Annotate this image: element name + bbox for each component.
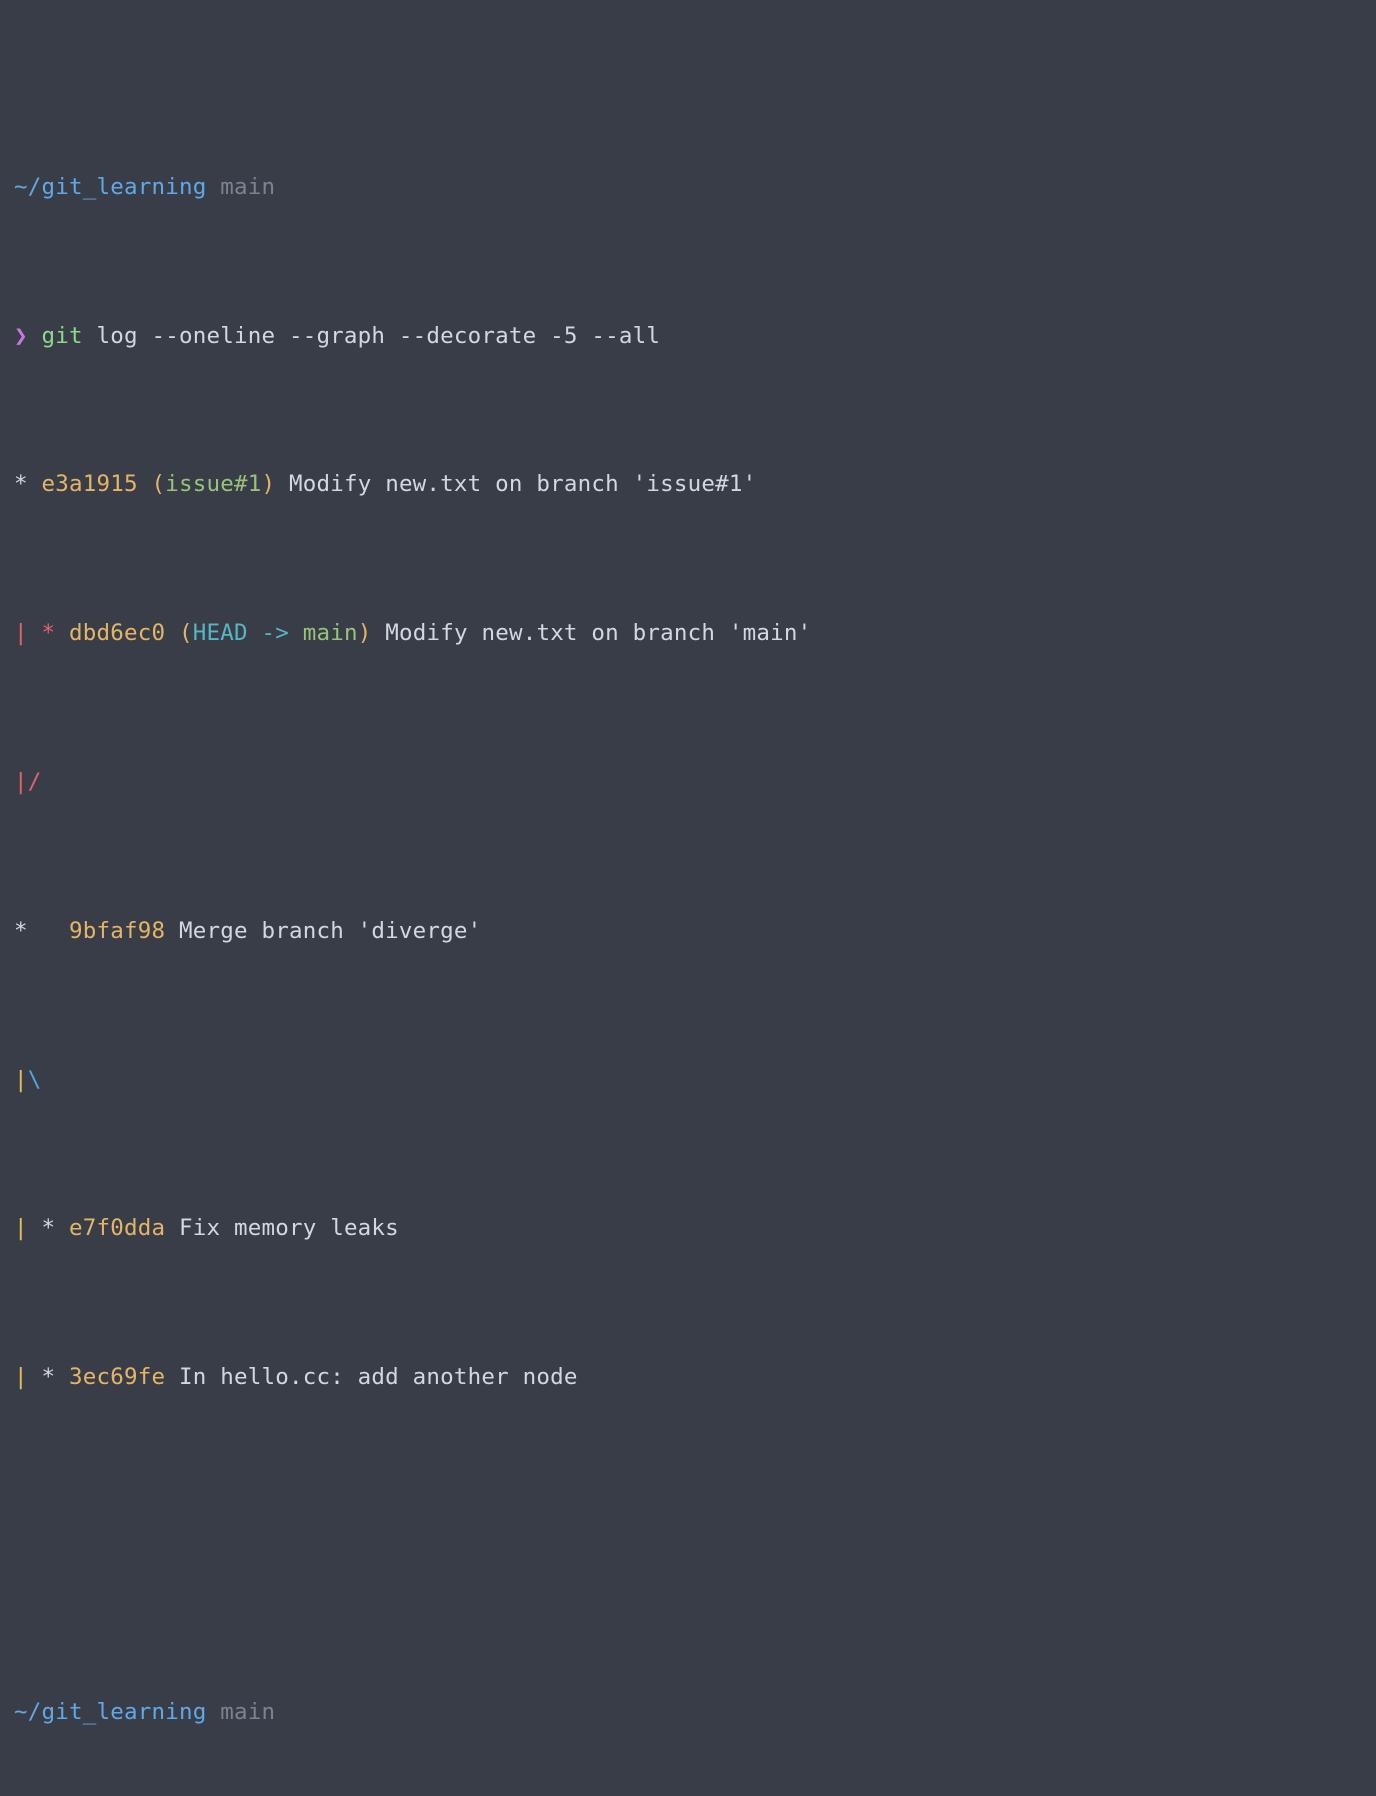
commit-subject: Modify new.txt on branch 'issue#1' (288, 471, 757, 498)
prompt-line: ~/git_learning main (14, 1694, 1376, 1731)
graph-marker: | (14, 1215, 28, 1242)
commit-subject: Merge branch 'diverge' (178, 917, 482, 944)
command-name: git (41, 322, 83, 349)
prompt-path: ~/git_learning (14, 173, 207, 200)
graph-marker: | * (14, 620, 56, 647)
graph-marker: |/ (14, 769, 42, 795)
decoration-head: HEAD (192, 620, 248, 647)
graph-marker: | (14, 1364, 28, 1391)
git-graph-row: |/ (14, 764, 1376, 801)
prompt-path: ~/git_learning (14, 1698, 207, 1725)
git-log-row: | * 3ec69fe In hello.cc: add another nod… (14, 1359, 1376, 1396)
commit-hash: 3ec69fe (69, 1364, 166, 1391)
decoration-close-paren: ) (357, 620, 372, 647)
commit-hash: e3a1915 (41, 471, 138, 498)
commit-hash: 9bfaf98 (69, 917, 166, 944)
decoration-open-paren: ( (151, 471, 166, 498)
decoration-ref: issue#1 (165, 471, 262, 498)
decoration-open-paren: ( (178, 620, 193, 647)
command-line[interactable]: ❯ git log --oneline --graph --decorate -… (14, 318, 1376, 355)
commit-subject: Fix memory leaks (178, 1215, 399, 1242)
decoration-ref: main (302, 620, 358, 647)
prompt-line: ~/git_learning main (14, 169, 1376, 206)
prompt-branch: main (220, 173, 276, 200)
decoration-close-paren: ) (261, 471, 276, 498)
graph-marker-branch: \ (27, 1066, 42, 1093)
decoration-arrow-icon: -> (261, 620, 289, 647)
graph-marker: * (14, 471, 28, 498)
graph-marker: * (14, 917, 56, 944)
commit-hash: dbd6ec0 (69, 620, 166, 647)
prompt-branch: main (220, 1698, 276, 1725)
git-graph-row: |\ (14, 1062, 1376, 1099)
commit-subject: In hello.cc: add another node (178, 1364, 578, 1391)
graph-commit-star: * (41, 1215, 56, 1242)
git-log-row: | * e7f0dda Fix memory leaks (14, 1210, 1376, 1247)
git-log-row: | * dbd6ec0 (HEAD -> main) Modify new.tx… (14, 615, 1376, 652)
graph-marker-vertical: | (14, 1066, 28, 1093)
command-args: log --oneline --graph --decorate -5 --al… (96, 322, 661, 349)
terminal-window[interactable]: ~/git_learning main ❯ git log --oneline … (0, 0, 1376, 1725)
commit-hash: e7f0dda (69, 1215, 166, 1242)
prompt-symbol-icon: ❯ (14, 322, 28, 349)
git-log-row: * 9bfaf98 Merge branch 'diverge' (14, 913, 1376, 950)
graph-commit-star: * (41, 1364, 56, 1391)
commit-subject: Modify new.txt on branch 'main' (385, 620, 812, 647)
git-log-row: * e3a1915 (issue#1) Modify new.txt on br… (14, 466, 1376, 503)
